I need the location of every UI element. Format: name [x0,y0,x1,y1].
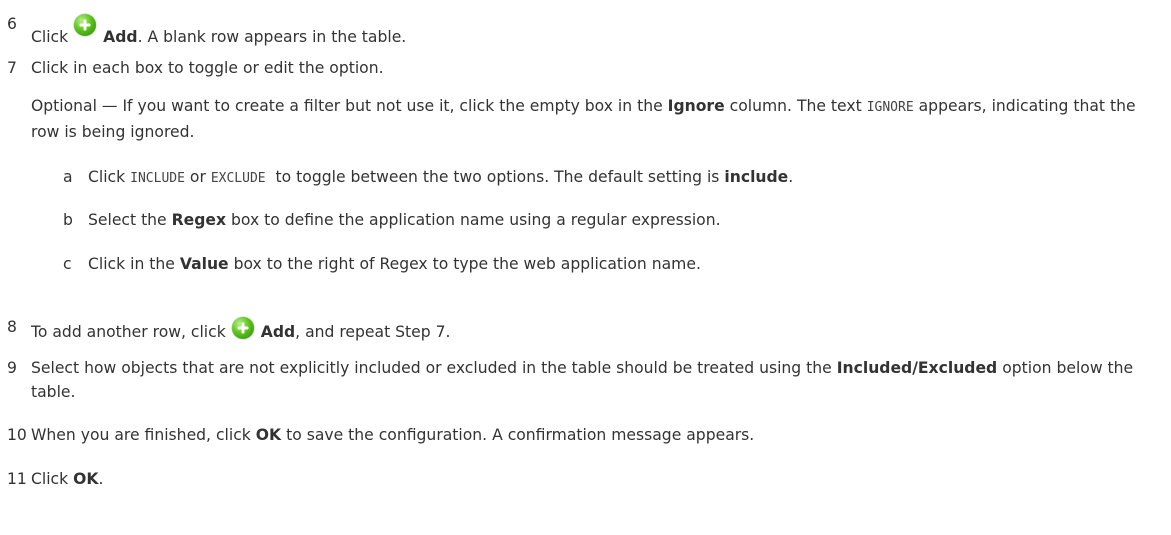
include-default: include [724,168,789,186]
value-label: Value [179,255,229,273]
substep-text: Select the Regex box to define the appli… [88,211,721,229]
add-icon [74,14,97,36]
step-number: 9 [7,359,17,377]
substep-letter: b [63,211,73,229]
step-text: Select how objects that are not explicit… [31,359,1134,401]
step-number: 7 [7,59,17,77]
step-9: 9 Select how objects that are not explic… [0,356,1160,404]
step-text: Click OK. [31,470,104,488]
ignore-label: Ignore [667,97,725,115]
ignore-code: IGNORE [866,100,914,115]
step-text: Click in each box to toggle or edit the … [31,59,384,77]
add-label: Add [260,323,296,341]
step-number: 11 [7,470,27,488]
included-excluded-label: Included/Excluded [836,359,998,377]
step-number: 8 [7,318,17,336]
step-number: 6 [7,15,17,33]
exclude-code: EXCLUDE [210,171,266,186]
ok-label: OK [255,426,282,444]
add-label: Add [103,28,138,46]
step-number: 10 [7,426,27,444]
ok-label: OK [73,470,99,488]
substep-letter: a [63,168,73,186]
optional-note: Optional — If you want to create a filte… [31,97,1136,141]
add-icon [231,317,254,339]
regex-label: Regex [171,211,227,229]
step-text: Click Add. A blank row appears in the tab… [31,14,406,47]
substep-text: Click in the Value box to the right of R… [88,255,701,273]
step-text: When you are finished, click OK to save … [31,426,755,444]
step-text: To add another row, click Add, and repeat… [31,317,451,342]
substep-text: Click INCLUDE or EXCLUDE to toggle betwe… [88,168,794,186]
include-code: INCLUDE [130,171,185,186]
substep-letter: c [63,255,72,273]
